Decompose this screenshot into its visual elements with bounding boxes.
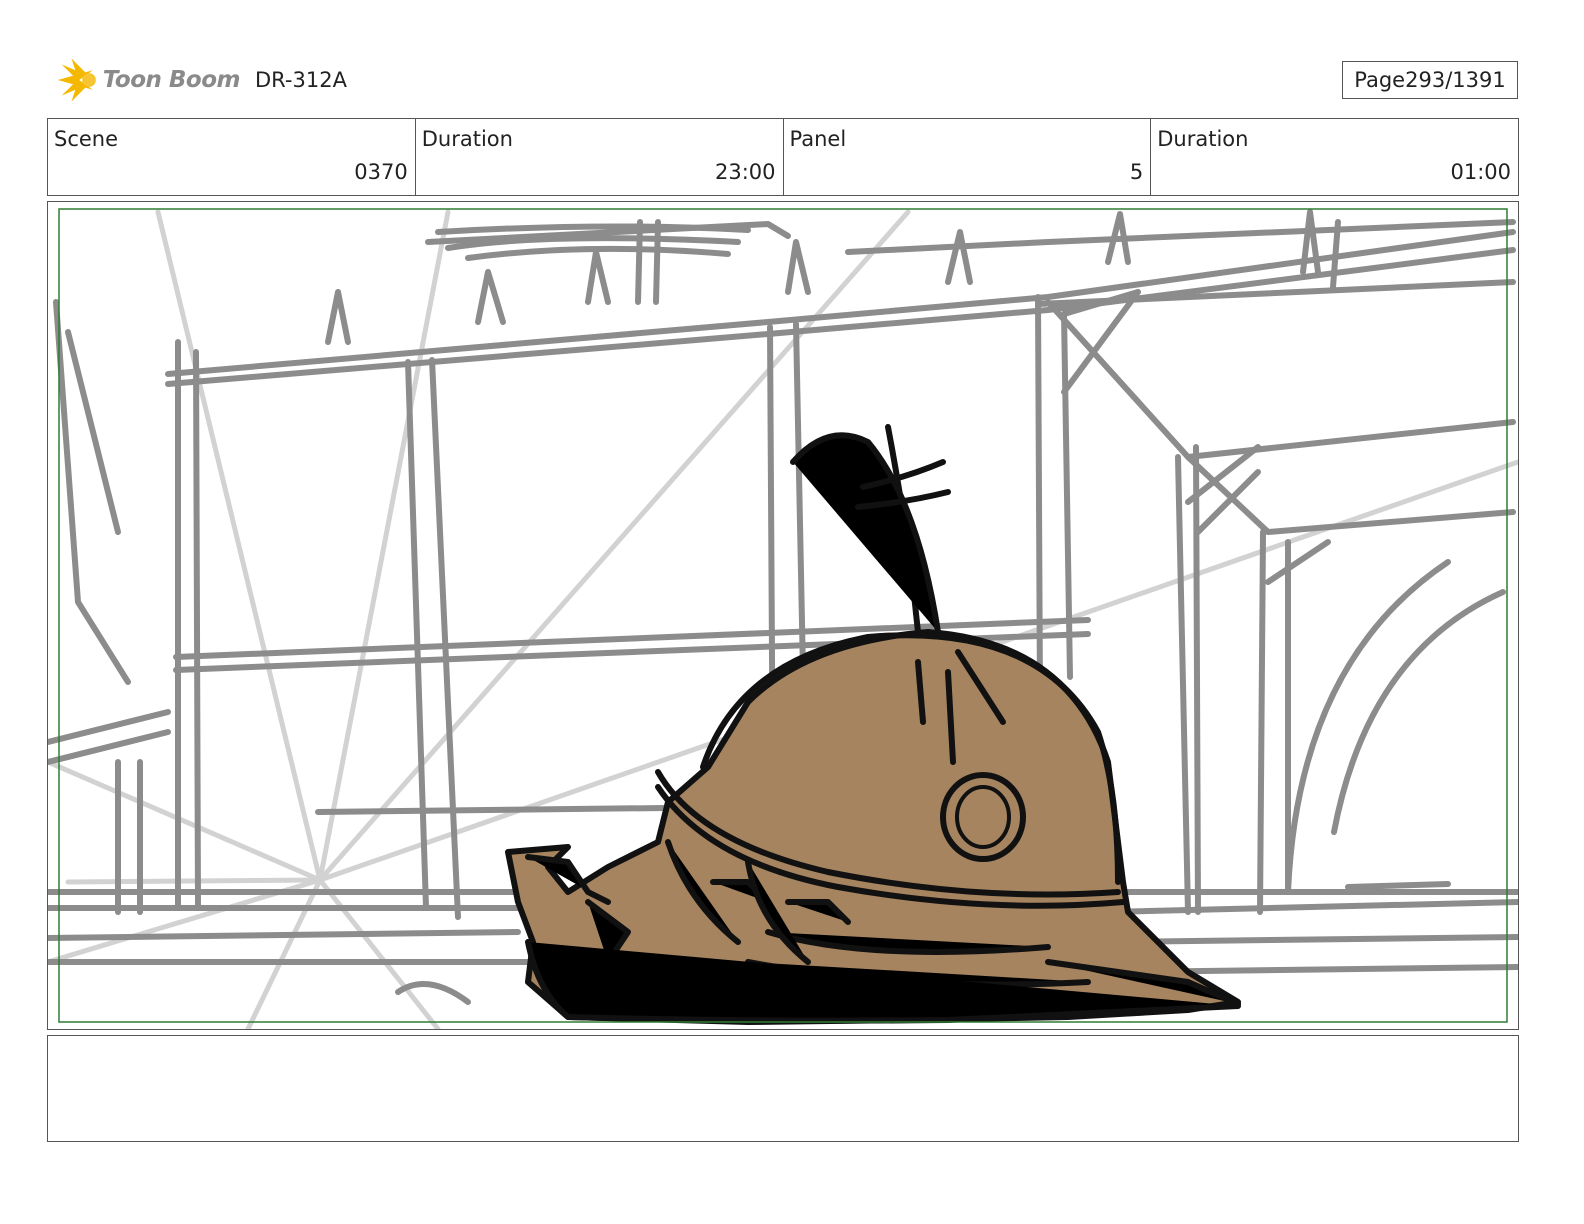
scene-duration-cell: Duration 23:00 — [416, 119, 784, 195]
panel-duration-label: Duration — [1157, 127, 1249, 151]
logo-wordmark: Toon Boom — [102, 67, 241, 93]
panel-duration-cell: Duration 01:00 — [1151, 119, 1518, 195]
scene-duration-label: Duration — [421, 127, 513, 151]
page-number: 293/1391 — [1405, 68, 1506, 92]
action-notes-box — [47, 1035, 1519, 1142]
scene-info-table: Scene 0370 Duration 23:00 Panel 5 Durati… — [47, 118, 1519, 196]
scene-value: 0370 — [354, 160, 408, 184]
panel-drawing — [48, 208, 1518, 1029]
character-sketch — [505, 424, 1241, 1025]
panel-duration-value: 01:00 — [1450, 160, 1511, 184]
panel-label: Panel — [789, 127, 847, 151]
storyboard-panel — [47, 201, 1519, 1030]
storyboard-page: Toon Boom DR-312A Page 293/1391 Scene 03… — [0, 0, 1584, 1224]
sunburst-icon — [57, 58, 96, 102]
document-id: DR-312A — [255, 68, 347, 92]
scene-label: Scene — [54, 127, 119, 151]
page-label: Page — [1354, 68, 1406, 92]
panel-cell: Panel 5 — [784, 119, 1152, 195]
scene-cell: Scene 0370 — [48, 119, 416, 195]
scene-duration-value: 23:00 — [714, 160, 776, 184]
page-indicator: Page 293/1391 — [1342, 61, 1518, 99]
panel-value: 5 — [1129, 160, 1144, 184]
toon-boom-logo: Toon Boom — [50, 54, 241, 106]
